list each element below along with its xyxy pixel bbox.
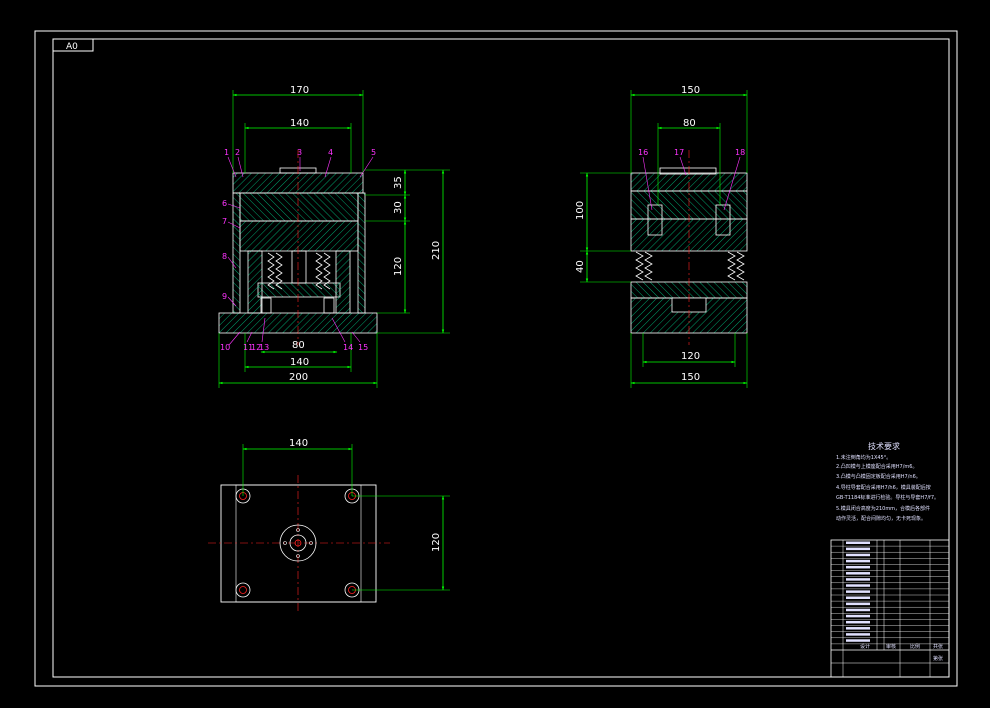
dim-text: 200 bbox=[289, 372, 308, 383]
guide-bush-icon bbox=[235, 582, 251, 598]
table-cell-text bbox=[846, 559, 870, 563]
title-block: 设计 审核 比例 共张 第张 bbox=[830, 539, 950, 678]
note-line: GB-T1184标准进行检验。导柱与导套H7/f7。 bbox=[836, 494, 939, 501]
dim-text: 150 bbox=[681, 372, 700, 383]
part-label: 13 bbox=[259, 343, 269, 352]
table-cell-text bbox=[846, 553, 870, 557]
leader-line bbox=[246, 331, 253, 343]
part-label: 14 bbox=[343, 343, 353, 352]
dim-text: 30 bbox=[393, 201, 404, 214]
plan-view: 140 120 bbox=[208, 438, 450, 612]
table-cell-text bbox=[846, 578, 870, 581]
leader-line bbox=[351, 331, 361, 343]
dim-text: 35 bbox=[393, 176, 404, 189]
dim-text: 80 bbox=[292, 340, 305, 351]
punch-plate bbox=[239, 192, 359, 222]
dim-text: 210 bbox=[431, 241, 442, 260]
die-plate bbox=[257, 282, 341, 298]
dim-text: 80 bbox=[683, 118, 696, 129]
dim-text: 140 bbox=[289, 438, 308, 449]
support-right bbox=[335, 250, 351, 314]
table-cell-text bbox=[846, 627, 870, 630]
part-label: 1 bbox=[224, 148, 229, 157]
part-label: 7 bbox=[222, 217, 227, 226]
part-label: 16 bbox=[638, 148, 648, 157]
sheet-size-label: A0 bbox=[66, 42, 78, 52]
stripper-plate bbox=[239, 220, 359, 252]
support-left bbox=[247, 250, 263, 314]
bolt-left bbox=[260, 297, 272, 314]
table-cell-text bbox=[846, 639, 870, 642]
part-label: 15 bbox=[358, 343, 368, 352]
note-line: 动作灵活，配合间隙均匀，无卡死现象。 bbox=[836, 515, 926, 522]
part-label: 18 bbox=[735, 148, 745, 157]
note-line: 5.模具闭合高度为210mm，合模后各部件 bbox=[836, 505, 930, 512]
plan-inner bbox=[235, 484, 362, 603]
note-line: 4.导柱导套配合采用H7/h6，模具装配后按 bbox=[836, 484, 931, 491]
dim-text: 120 bbox=[681, 351, 700, 362]
side-view: 150 80 100 40 120 150 16 17 18 bbox=[575, 85, 748, 388]
note-line: 3.凸模与凸模固定板配合采用H7/n6。 bbox=[836, 473, 921, 480]
guide-bush-core bbox=[239, 586, 247, 594]
part-label: 5 bbox=[371, 148, 376, 157]
guide-post-right bbox=[357, 192, 366, 314]
table-cell-text bbox=[846, 596, 870, 599]
table-cell-text bbox=[846, 620, 870, 624]
side-spring-right bbox=[727, 251, 736, 281]
title-cell: 第张 bbox=[933, 655, 943, 662]
table-cell-text bbox=[846, 547, 870, 551]
leader-line bbox=[227, 156, 237, 178]
table-cell-text bbox=[846, 608, 870, 612]
side-spring-right-2 bbox=[736, 251, 745, 281]
dim-text: 170 bbox=[290, 85, 309, 96]
note-line: 1.未注倒角均为1X45°。 bbox=[836, 454, 891, 461]
dim-text: 150 bbox=[681, 85, 700, 96]
dim-text: 120 bbox=[431, 533, 442, 552]
table-cell-text bbox=[846, 572, 870, 575]
table-cell-text bbox=[846, 565, 870, 569]
part-label: 10 bbox=[220, 343, 230, 352]
side-spring-left bbox=[635, 251, 644, 281]
note-line: 2.凸凹模与上模座配合采用H7/m6。 bbox=[836, 463, 917, 470]
leader-line bbox=[679, 156, 687, 176]
dim-text: 140 bbox=[290, 357, 309, 368]
side-spring-left-2 bbox=[644, 251, 653, 281]
punch bbox=[291, 250, 307, 284]
leader-line bbox=[359, 156, 374, 178]
leader-line bbox=[228, 331, 241, 346]
table-cell-text bbox=[846, 541, 870, 544]
front-view: 170 140 35 30 120 210 80 140 200 1 2 3 4… bbox=[218, 85, 450, 388]
table-cell-text bbox=[846, 614, 870, 618]
dim-text: 40 bbox=[575, 260, 586, 273]
inner-frame bbox=[52, 38, 950, 678]
notes-title: 技术要求 bbox=[868, 441, 900, 451]
table-cell-text bbox=[846, 633, 870, 636]
bolt-right bbox=[323, 297, 335, 314]
part-label: 9 bbox=[222, 292, 227, 301]
dim-text: 100 bbox=[575, 201, 586, 220]
part-label: 2 bbox=[235, 148, 240, 157]
guide-post-left bbox=[232, 192, 241, 314]
dim-text: 120 bbox=[393, 257, 404, 276]
part-label: 17 bbox=[674, 148, 684, 157]
dim-text: 140 bbox=[290, 118, 309, 129]
cad-drawing: A0 170 140 35 30 120 210 80 140 200 1 2 … bbox=[34, 30, 958, 687]
part-label: 3 bbox=[297, 148, 302, 157]
table-cell-text bbox=[846, 590, 870, 593]
outer-frame bbox=[34, 30, 958, 687]
table-cell-text bbox=[846, 602, 870, 606]
part-label: 4 bbox=[328, 148, 333, 157]
technical-notes: 技术要求 1.未注倒角均为1X45°。 2.凸凹模与上模座配合采用H7/m6。 … bbox=[836, 441, 939, 522]
part-label: 6 bbox=[222, 199, 227, 208]
table-cell-text bbox=[846, 584, 870, 587]
part-label: 8 bbox=[222, 252, 227, 261]
